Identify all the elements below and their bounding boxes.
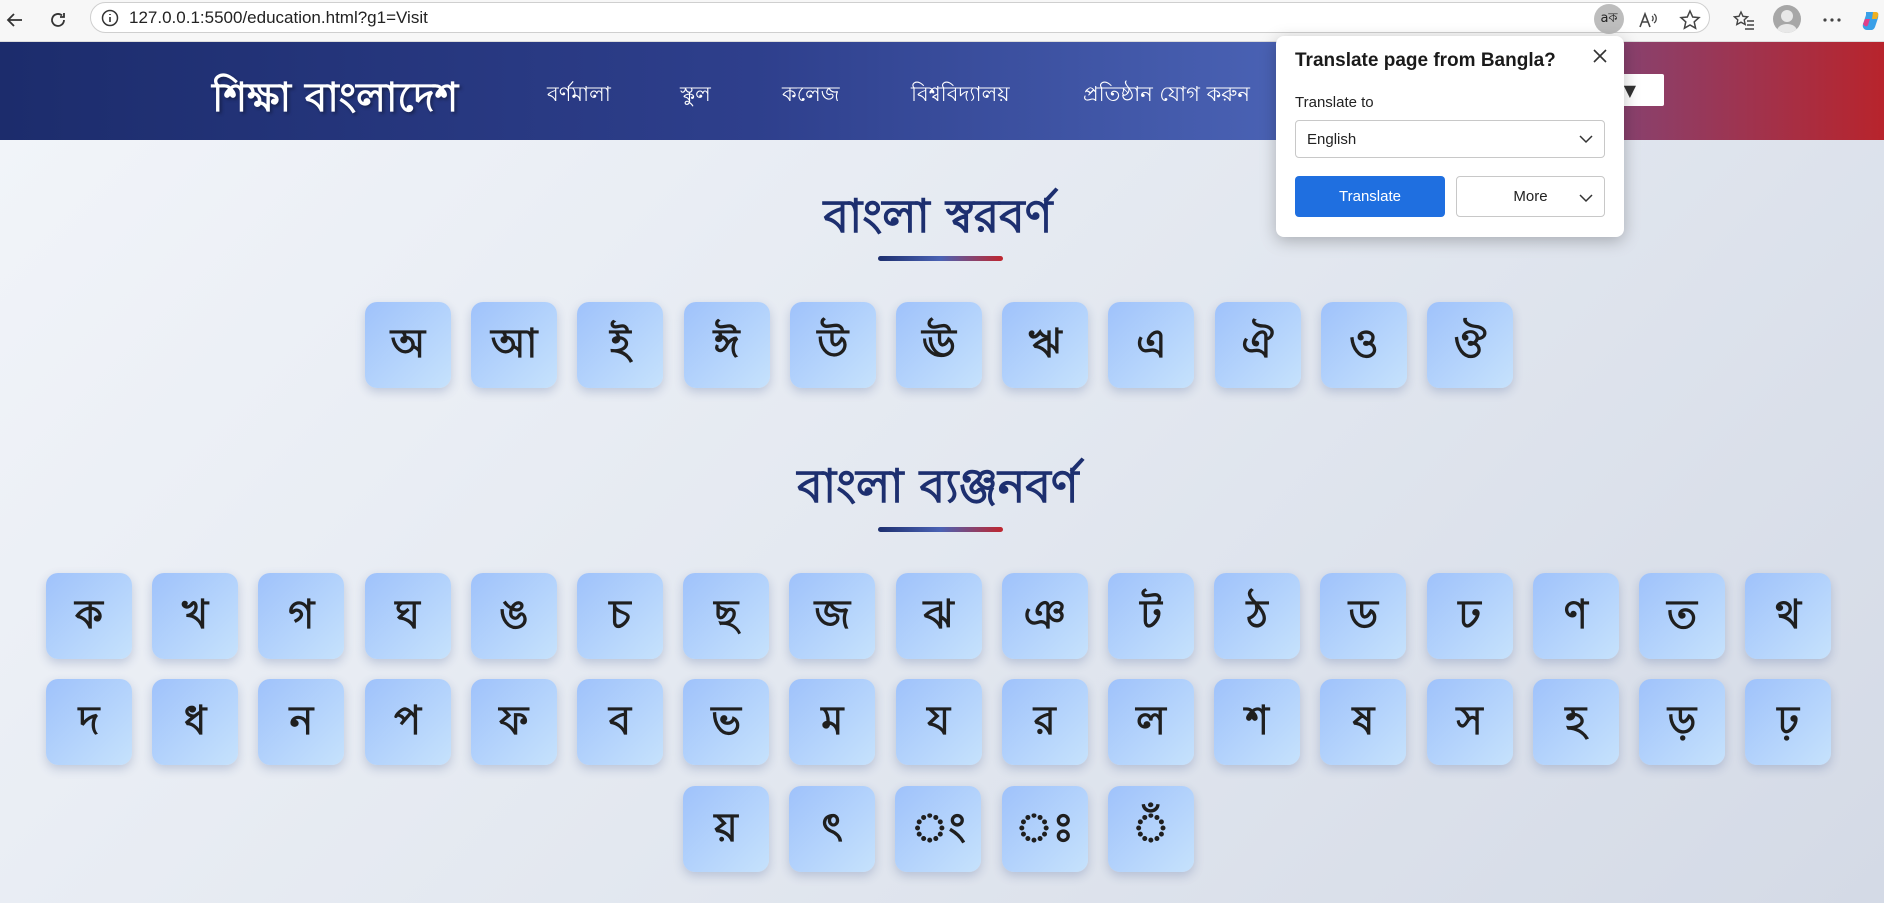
letter-tile[interactable]: ও: [1320, 302, 1407, 388]
letter-tile[interactable]: ম: [789, 679, 876, 765]
letter-tile[interactable]: খ: [152, 573, 239, 659]
letter-tile[interactable]: য: [895, 679, 982, 765]
copilot-icon[interactable]: [1858, 4, 1884, 36]
letter-tile[interactable]: চ: [577, 573, 663, 659]
letter-tile[interactable]: ফ: [470, 679, 557, 765]
letter-tile[interactable]: র: [1001, 679, 1088, 765]
title-underline: [878, 256, 1003, 261]
letter-tile[interactable]: থ: [1745, 573, 1832, 659]
letter-tile[interactable]: ঔ: [1427, 302, 1513, 388]
letter-tile[interactable]: ঢ: [1426, 573, 1513, 659]
letter-tile[interactable]: ন: [258, 679, 345, 765]
letter-tile[interactable]: ৎ: [789, 786, 876, 872]
letter-tile[interactable]: ধ: [152, 679, 239, 765]
profile-avatar[interactable]: [1773, 5, 1801, 33]
letter-tile[interactable]: প: [364, 679, 451, 765]
favorites-list-icon[interactable]: [1728, 4, 1760, 36]
letter-tile[interactable]: ড়: [1639, 679, 1725, 765]
more-menu-icon[interactable]: [1816, 4, 1848, 36]
consonants-title: বাংলা ব্যঞ্জনবর্ণ: [797, 459, 1079, 513]
letter-tile[interactable]: ট: [1108, 573, 1194, 659]
letter-tile[interactable]: জ: [789, 573, 876, 659]
nav-university[interactable]: বিশ্ববিদ্যালয়: [911, 78, 1010, 113]
nav-school[interactable]: স্কুল: [680, 78, 711, 113]
letter-tile[interactable]: ছ: [683, 573, 770, 659]
letter-tile[interactable]: ই: [577, 302, 664, 388]
nav-alphabet[interactable]: বর্ণমালা: [547, 78, 611, 113]
more-button-label: More: [1513, 188, 1548, 205]
letter-tile[interactable]: ঘ: [364, 573, 451, 659]
translate-button[interactable]: Translate: [1295, 176, 1445, 217]
letter-tile[interactable]: ঈ: [683, 302, 770, 388]
letter-tile[interactable]: ঊ: [896, 302, 982, 388]
read-aloud-icon[interactable]: [1632, 4, 1664, 36]
letter-tile[interactable]: ং: [895, 786, 982, 872]
letter-tile[interactable]: ঙ: [470, 573, 557, 659]
back-icon[interactable]: [0, 5, 30, 35]
main-content: বাংলা স্বরবর্ণ অআইঈউঊঋএঐওঔ বাংলা ব্যঞ্জন…: [0, 140, 1884, 903]
letter-tile[interactable]: ক: [46, 573, 132, 659]
nav-college[interactable]: কলেজ: [782, 78, 840, 113]
translate-popup: Translate page from Bangla? Translate to…: [1276, 36, 1624, 237]
letter-tile[interactable]: স: [1426, 679, 1513, 765]
title-underline: [878, 527, 1003, 532]
translate-icon[interactable]: aক: [1594, 4, 1624, 34]
translate-popup-title: Translate page from Bangla?: [1295, 50, 1556, 71]
letter-tile[interactable]: ড: [1320, 573, 1407, 659]
target-language-select[interactable]: English: [1295, 120, 1605, 158]
favorite-star-icon[interactable]: [1674, 4, 1706, 36]
letter-tile[interactable]: উ: [789, 302, 876, 388]
letter-tile[interactable]: গ: [258, 573, 345, 659]
site-logo[interactable]: শিক্ষা বাংলাদেশ: [212, 66, 458, 133]
letter-tile[interactable]: ঃ: [1001, 786, 1088, 872]
selected-language: English: [1307, 130, 1357, 148]
letter-tile[interactable]: দ: [46, 679, 132, 765]
close-icon[interactable]: [1588, 44, 1612, 68]
letter-tile[interactable]: য়: [683, 786, 769, 872]
letter-tile[interactable]: ভ: [683, 679, 770, 765]
letter-tile[interactable]: ঐ: [1214, 302, 1301, 388]
letter-tile[interactable]: ঋ: [1002, 302, 1089, 388]
letter-tile[interactable]: এ: [1108, 302, 1195, 388]
translate-to-label: Translate to: [1295, 94, 1374, 111]
letter-tile[interactable]: ঢ়: [1745, 679, 1832, 765]
letter-tile[interactable]: অ: [365, 302, 451, 388]
address-bar[interactable]: 127.0.0.1:5500/education.html?g1=Visit: [90, 2, 1710, 33]
chevron-down-icon: [1578, 131, 1594, 151]
chevron-down-icon: ▼: [1623, 80, 1636, 100]
letter-tile[interactable]: ব: [577, 679, 663, 765]
letter-tile[interactable]: ঁ: [1107, 786, 1194, 872]
more-button[interactable]: More: [1456, 176, 1605, 217]
letter-tile[interactable]: ল: [1108, 679, 1194, 765]
letter-tile[interactable]: ণ: [1532, 573, 1619, 659]
url-text: 127.0.0.1:5500/education.html?g1=Visit: [129, 7, 428, 27]
info-icon[interactable]: [97, 5, 123, 31]
letter-tile[interactable]: আ: [471, 302, 558, 388]
nav-add-institution[interactable]: প্রতিষ্ঠান যোগ করুন: [1083, 78, 1250, 113]
letter-tile[interactable]: ঞ: [1001, 573, 1088, 659]
letter-tile[interactable]: হ: [1532, 679, 1619, 765]
chevron-down-icon: [1578, 190, 1594, 210]
refresh-icon[interactable]: [43, 5, 73, 35]
letter-tile[interactable]: ঠ: [1214, 573, 1301, 659]
letter-tile[interactable]: শ: [1214, 679, 1301, 765]
letter-tile[interactable]: ত: [1639, 573, 1725, 659]
letter-tile[interactable]: ঝ: [895, 573, 982, 659]
letter-tile[interactable]: ষ: [1320, 679, 1407, 765]
